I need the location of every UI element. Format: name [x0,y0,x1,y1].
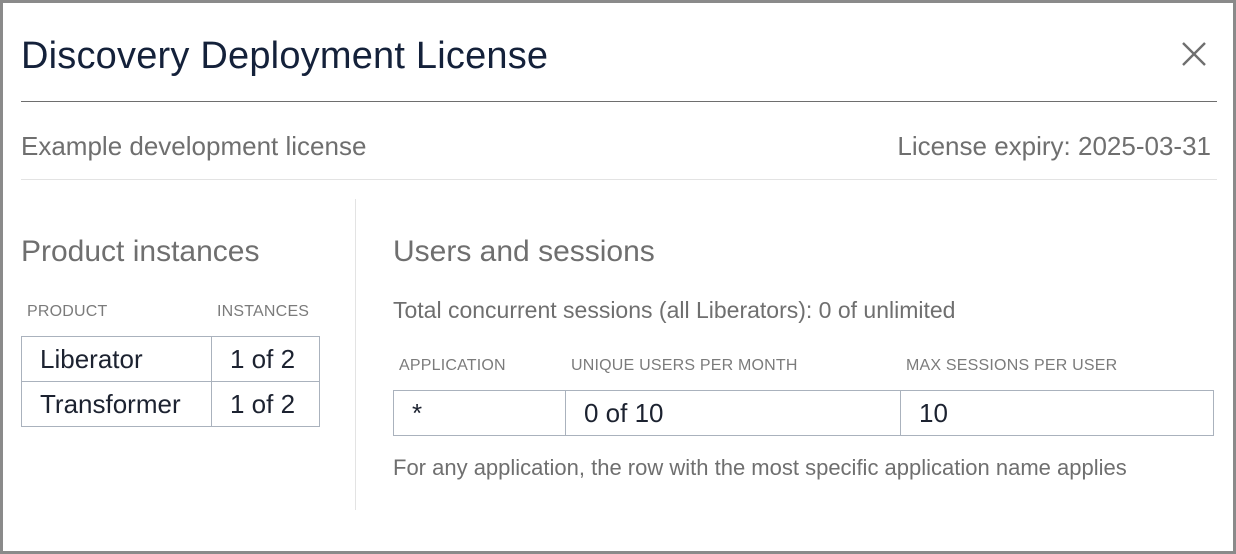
product-cell: Liberator [21,336,213,382]
instances-cell: 1 of 2 [211,336,320,382]
header-divider [21,179,1217,180]
unique-users-column-header: UNIQUE USERS PER MONTH [571,357,798,374]
product-instances-heading: Product instances [21,235,260,268]
application-column-header: APPLICATION [399,357,506,374]
instances-cell: 1 of 2 [211,381,320,427]
dialog-title: Discovery Deployment License [21,35,549,77]
instances-column-header: INSTANCES [217,303,310,320]
title-divider [21,101,1217,102]
product-cell: Transformer [21,381,213,427]
users-sessions-heading: Users and sessions [393,235,655,268]
max-sessions-column-header: MAX SESSIONS PER USER [906,357,1118,374]
unique-users-cell: 0 of 10 [565,390,902,436]
license-expiry: License expiry: 2025-03-31 [897,131,1211,161]
close-icon[interactable] [1179,39,1209,69]
total-sessions-text: Total concurrent sessions (all Liberator… [393,297,956,323]
product-column-header: PRODUCT [27,303,108,320]
license-dialog: Discovery Deployment License Example dev… [0,0,1236,554]
application-cell: * [393,390,567,436]
specificity-note: For any application, the row with the mo… [393,455,1127,480]
max-sessions-cell: 10 [900,390,1214,436]
license-name: Example development license [21,131,367,161]
column-divider [355,199,356,510]
